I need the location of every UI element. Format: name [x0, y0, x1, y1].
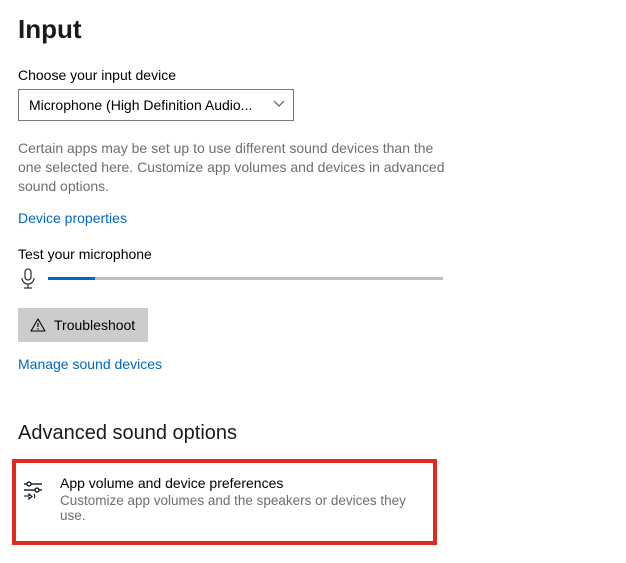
highlight-annotation: App volume and device preferences Custom…	[12, 459, 437, 545]
test-microphone-label: Test your microphone	[18, 246, 608, 262]
manage-sound-devices-link[interactable]: Manage sound devices	[18, 356, 162, 372]
microphone-level-bar	[48, 277, 443, 280]
troubleshoot-button[interactable]: Troubleshoot	[18, 308, 148, 342]
sliders-icon	[22, 479, 44, 501]
advanced-sound-heading: Advanced sound options	[18, 422, 608, 445]
microphone-icon	[18, 268, 38, 290]
chevron-down-icon	[273, 99, 285, 111]
troubleshoot-label: Troubleshoot	[54, 317, 135, 333]
input-section-heading: Input	[18, 14, 608, 45]
input-device-select[interactable]: Microphone (High Definition Audio...	[18, 89, 294, 121]
app-volume-subtitle: Customize app volumes and the speakers o…	[60, 493, 427, 523]
app-volume-preferences-row[interactable]: App volume and device preferences Custom…	[22, 475, 427, 523]
app-volume-title: App volume and device preferences	[60, 475, 427, 491]
device-properties-link[interactable]: Device properties	[18, 210, 127, 226]
input-device-value: Microphone (High Definition Audio...	[29, 97, 252, 113]
microphone-level-fill	[48, 277, 95, 280]
warning-icon	[30, 317, 46, 333]
input-device-label: Choose your input device	[18, 67, 608, 83]
input-device-help-text: Certain apps may be set up to use differ…	[18, 139, 458, 196]
